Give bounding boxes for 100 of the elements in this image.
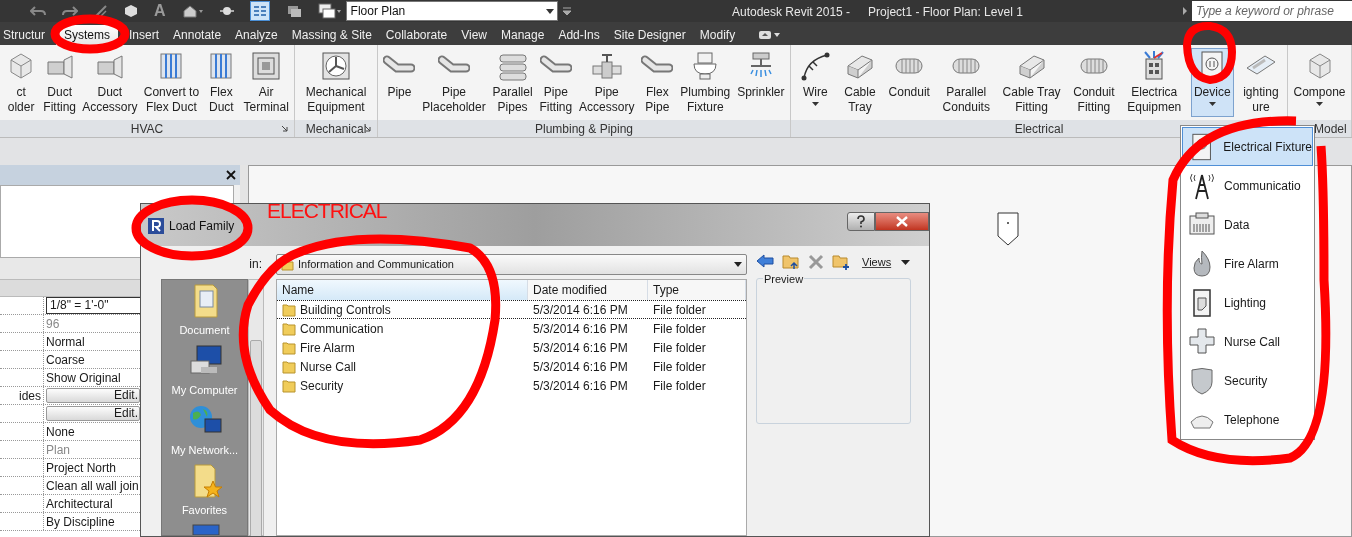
panel-title: HVAC bbox=[130, 120, 164, 138]
column-header[interactable]: Name bbox=[277, 280, 528, 300]
ribbon-tab[interactable]: Analyze bbox=[232, 25, 281, 45]
ribbon-toggle-icon[interactable] bbox=[758, 30, 781, 40]
tag-icon[interactable] bbox=[124, 4, 138, 18]
file-row[interactable]: Nurse Call 5/3/2014 6:16 PM File folder bbox=[277, 357, 746, 376]
search-field[interactable]: Type a keyword or phrase bbox=[1192, 1, 1352, 21]
file-row[interactable]: Communication 5/3/2014 6:16 PM File folder bbox=[277, 319, 746, 338]
close-icon[interactable] bbox=[226, 170, 236, 180]
panel-title: Model bbox=[1314, 120, 1347, 138]
ribbon-tab[interactable]: Structur bbox=[0, 25, 48, 45]
close-button[interactable] bbox=[875, 212, 929, 231]
annotation-label: ELECTRICAL bbox=[267, 199, 387, 223]
elevation-marker-icon bbox=[997, 212, 1019, 246]
ribbon-tab[interactable]: Add-Ins bbox=[555, 25, 603, 45]
ribbon-button[interactable]: Sprinkler bbox=[734, 48, 788, 117]
window-title: Project1 - Floor Plan: Level 1 bbox=[868, 4, 1023, 21]
file-date: 5/3/2014 6:16 PM bbox=[532, 320, 629, 338]
file-row[interactable]: Security 5/3/2014 6:16 PM File folder bbox=[277, 376, 746, 395]
new-folder-icon[interactable] bbox=[832, 254, 850, 270]
ribbon-tab[interactable]: Massing & Site bbox=[288, 25, 375, 45]
property-value: Clean all wall join bbox=[46, 477, 139, 495]
edit-button[interactable]: Edit. bbox=[46, 406, 140, 421]
folder-icon bbox=[282, 340, 296, 355]
measure-icon[interactable] bbox=[94, 4, 108, 18]
file-row[interactable]: Fire Alarm 5/3/2014 6:16 PM File folder bbox=[277, 338, 746, 357]
ribbon-button[interactable]: Plumbing Fixture bbox=[677, 48, 734, 117]
text-tool-button[interactable]: A bbox=[154, 0, 166, 23]
fan-icon bbox=[320, 50, 352, 82]
ribbon-button[interactable]: Duct Accessory bbox=[79, 48, 141, 117]
file-name: Communication bbox=[300, 320, 384, 338]
house-icon[interactable] bbox=[181, 4, 204, 18]
property-value: By Discipline bbox=[46, 513, 115, 531]
ribbon-button[interactable]: Parallel Conduits bbox=[939, 48, 993, 117]
close-icon bbox=[896, 216, 908, 227]
up-folder-icon[interactable] bbox=[782, 254, 800, 270]
tile-list-icon[interactable] bbox=[249, 1, 270, 21]
ribbon-button[interactable]: Pipe Accessory bbox=[576, 48, 638, 117]
ribbon-button[interactable]: Conduit Fitting bbox=[1070, 48, 1118, 117]
column-header[interactable]: Type bbox=[648, 280, 746, 300]
ribbon-tab[interactable]: Manage bbox=[498, 25, 548, 45]
file-row[interactable]: Building Controls 5/3/2014 6:16 PM File folder bbox=[277, 300, 746, 319]
file-name: Nurse Call bbox=[300, 358, 356, 376]
property-value: Project North bbox=[46, 459, 117, 477]
ribbon-button[interactable]: Wire bbox=[796, 48, 835, 117]
file-type: File folder bbox=[652, 301, 707, 319]
ribbon-button[interactable]: ct older bbox=[2, 48, 41, 117]
menu-item[interactable]: Nurse Call bbox=[1182, 322, 1313, 361]
column-header[interactable]: Date modified bbox=[528, 280, 648, 300]
caret-icon bbox=[811, 102, 819, 106]
redo-icon[interactable] bbox=[62, 4, 78, 18]
ribbon-button[interactable]: Pipe Fitting bbox=[536, 48, 576, 117]
ribbon-tab[interactable]: Annotate bbox=[170, 25, 225, 45]
ribbon-button[interactable]: Duct Fitting bbox=[40, 48, 79, 117]
ribbon-tab[interactable]: View bbox=[458, 25, 490, 45]
edit-button[interactable]: Edit. bbox=[46, 388, 140, 403]
ribbon-button[interactable]: Cable Tray Fitting bbox=[999, 48, 1064, 117]
ribbon-tab[interactable]: Collaborate bbox=[382, 25, 451, 45]
ribbon-button[interactable]: ighting ure bbox=[1240, 48, 1282, 117]
close-windows-icon[interactable] bbox=[285, 4, 302, 18]
ribbon-button[interactable]: Flex Duct bbox=[202, 48, 241, 117]
menu-item[interactable]: Lighting bbox=[1182, 283, 1313, 322]
property-value: Coarse bbox=[46, 351, 85, 369]
file-type: File folder bbox=[652, 358, 707, 376]
pin-icon[interactable] bbox=[219, 4, 234, 18]
menu-item[interactable]: Security bbox=[1182, 361, 1313, 400]
undo-icon[interactable] bbox=[30, 4, 46, 18]
back-arrow-icon[interactable] bbox=[756, 254, 774, 268]
menu-item[interactable]: Data bbox=[1182, 205, 1313, 244]
switch-windows-icon[interactable] bbox=[317, 3, 342, 19]
ribbon-button[interactable]: Cable Tray bbox=[840, 48, 879, 117]
ribbon-button[interactable]: Electrica Equipmen bbox=[1124, 48, 1185, 117]
menu-item[interactable]: Fire Alarm bbox=[1182, 244, 1313, 283]
help-button[interactable] bbox=[847, 212, 875, 231]
ribbon-button[interactable]: Parallel Pipes bbox=[489, 48, 536, 117]
ribbon-button[interactable]: Convert to Flex Duct bbox=[140, 48, 203, 117]
property-value: Architectural bbox=[46, 495, 113, 513]
look-in-label: in: bbox=[249, 256, 262, 273]
file-date: 5/3/2014 6:16 PM bbox=[532, 377, 629, 395]
look-in-dropdown[interactable]: Information and Communication bbox=[276, 254, 747, 275]
ribbon-button[interactable]: Air Terminal bbox=[240, 48, 292, 117]
view-selector[interactable]: Floor Plan bbox=[345, 1, 558, 21]
ribbon-button[interactable]: Pipe Placeholder bbox=[419, 48, 489, 117]
ribbon-button[interactable]: Flex Pipe bbox=[638, 48, 677, 117]
property-value: Show Original bbox=[46, 369, 121, 387]
views-button[interactable]: Views bbox=[862, 254, 911, 271]
menu-item[interactable]: Communicatio bbox=[1182, 166, 1313, 205]
ribbon-button[interactable]: Mechanical Equipment bbox=[302, 48, 370, 117]
menu-item[interactable]: Telephone bbox=[1182, 400, 1313, 439]
caret-icon bbox=[734, 262, 742, 267]
ribbon-tab[interactable]: Site Designer bbox=[610, 25, 689, 45]
ribbon-button[interactable]: Conduit bbox=[885, 48, 933, 117]
caret-icon bbox=[1208, 102, 1216, 106]
property-value: Plan bbox=[46, 441, 71, 459]
ribbon-tab[interactable]: Modify bbox=[696, 25, 739, 45]
help-icon bbox=[856, 215, 866, 228]
ribbon-button[interactable]: Pipe bbox=[380, 48, 419, 117]
file-type: File folder bbox=[652, 377, 707, 395]
ribbon-button[interactable]: Compone bbox=[1290, 48, 1349, 117]
ribbon-tab[interactable]: Insert bbox=[126, 25, 163, 45]
